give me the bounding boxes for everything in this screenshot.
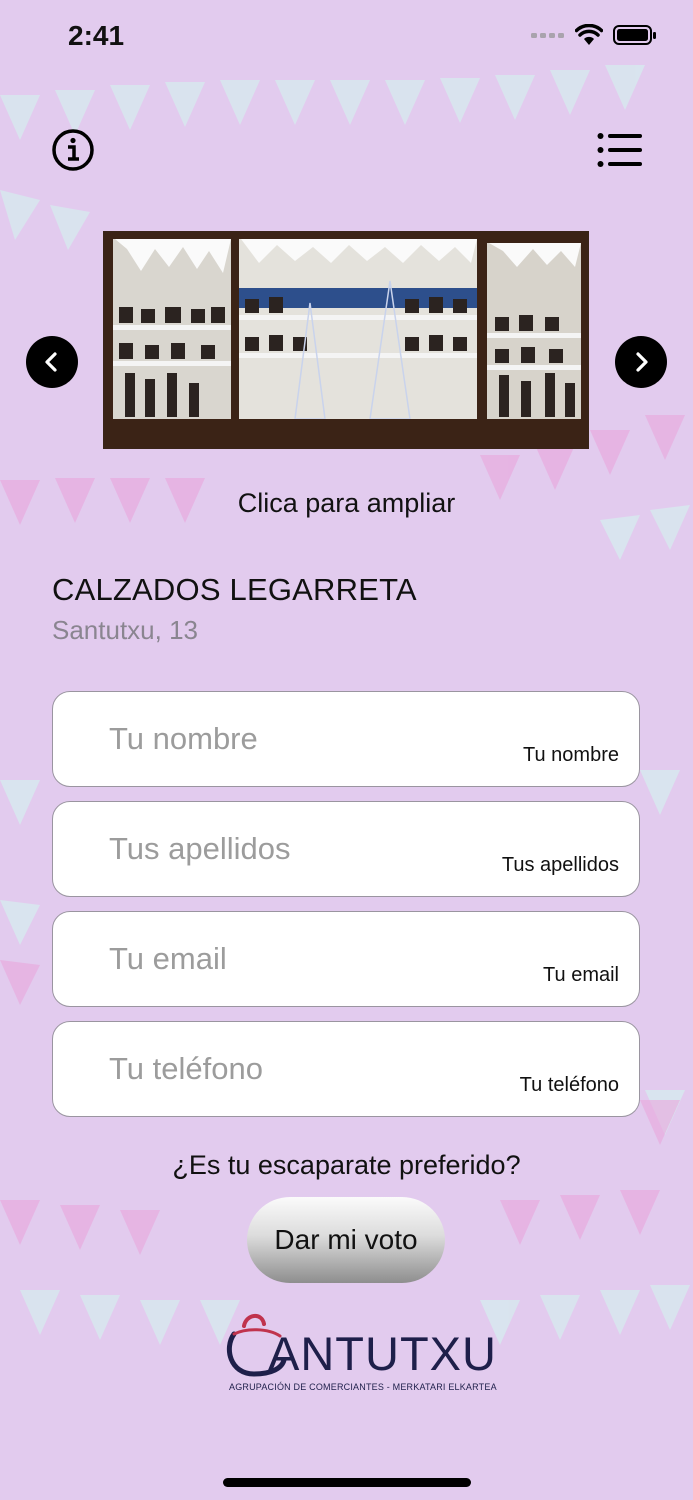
info-circle-icon <box>52 129 94 171</box>
shop-name: CALZADOS LEGARRETA <box>52 572 417 607</box>
last-name-field[interactable]: Tus apellidos <box>52 801 640 897</box>
phone-input[interactable] <box>107 1044 531 1094</box>
shop-window-illustration <box>105 233 587 447</box>
list-menu-icon <box>597 133 642 167</box>
logo-subtitle: AGRUPACIÓN DE COMERCIANTES - MERKATARI E… <box>229 1382 497 1392</box>
status-time: 2:41 <box>68 20 125 51</box>
email-hint: Tu email <box>543 964 619 986</box>
signal-icon <box>531 33 564 38</box>
chevron-right-icon <box>636 352 648 372</box>
home-indicator <box>223 1478 471 1487</box>
phone-hint: Tu teléfono <box>519 1074 619 1096</box>
first-name-field[interactable]: Tu nombre <box>52 691 640 787</box>
last-name-hint: Tus apellidos <box>501 854 619 876</box>
next-image-button[interactable] <box>615 336 667 388</box>
logo-wordmark: ANTUTXU <box>268 1327 497 1380</box>
wifi-icon <box>575 24 603 45</box>
phone-field[interactable]: Tu teléfono <box>52 1021 640 1117</box>
santutxu-logo: ANTUTXU AGRUPACIÓN DE COMERCIANTES - MER… <box>226 1312 497 1402</box>
info-button[interactable] <box>50 127 96 173</box>
last-name-input[interactable] <box>107 824 531 874</box>
menu-button[interactable] <box>596 128 644 172</box>
email-field[interactable]: Tu email <box>52 911 640 1007</box>
vote-button[interactable]: Dar mi voto <box>247 1197 445 1283</box>
email-input[interactable] <box>107 934 531 984</box>
shop-window-photo[interactable] <box>103 231 589 449</box>
shop-address: Santutxu, 13 <box>52 615 198 645</box>
first-name-input[interactable] <box>107 714 531 764</box>
chevron-left-icon <box>45 352 57 372</box>
previous-image-button[interactable] <box>26 336 78 388</box>
enlarge-caption[interactable]: Clica para ampliar <box>0 488 693 519</box>
vote-question: ¿Es tu escaparate preferido? <box>172 1150 521 1180</box>
status-icons <box>531 24 657 46</box>
battery-icon <box>613 25 656 45</box>
first-name-hint: Tu nombre <box>523 744 619 766</box>
